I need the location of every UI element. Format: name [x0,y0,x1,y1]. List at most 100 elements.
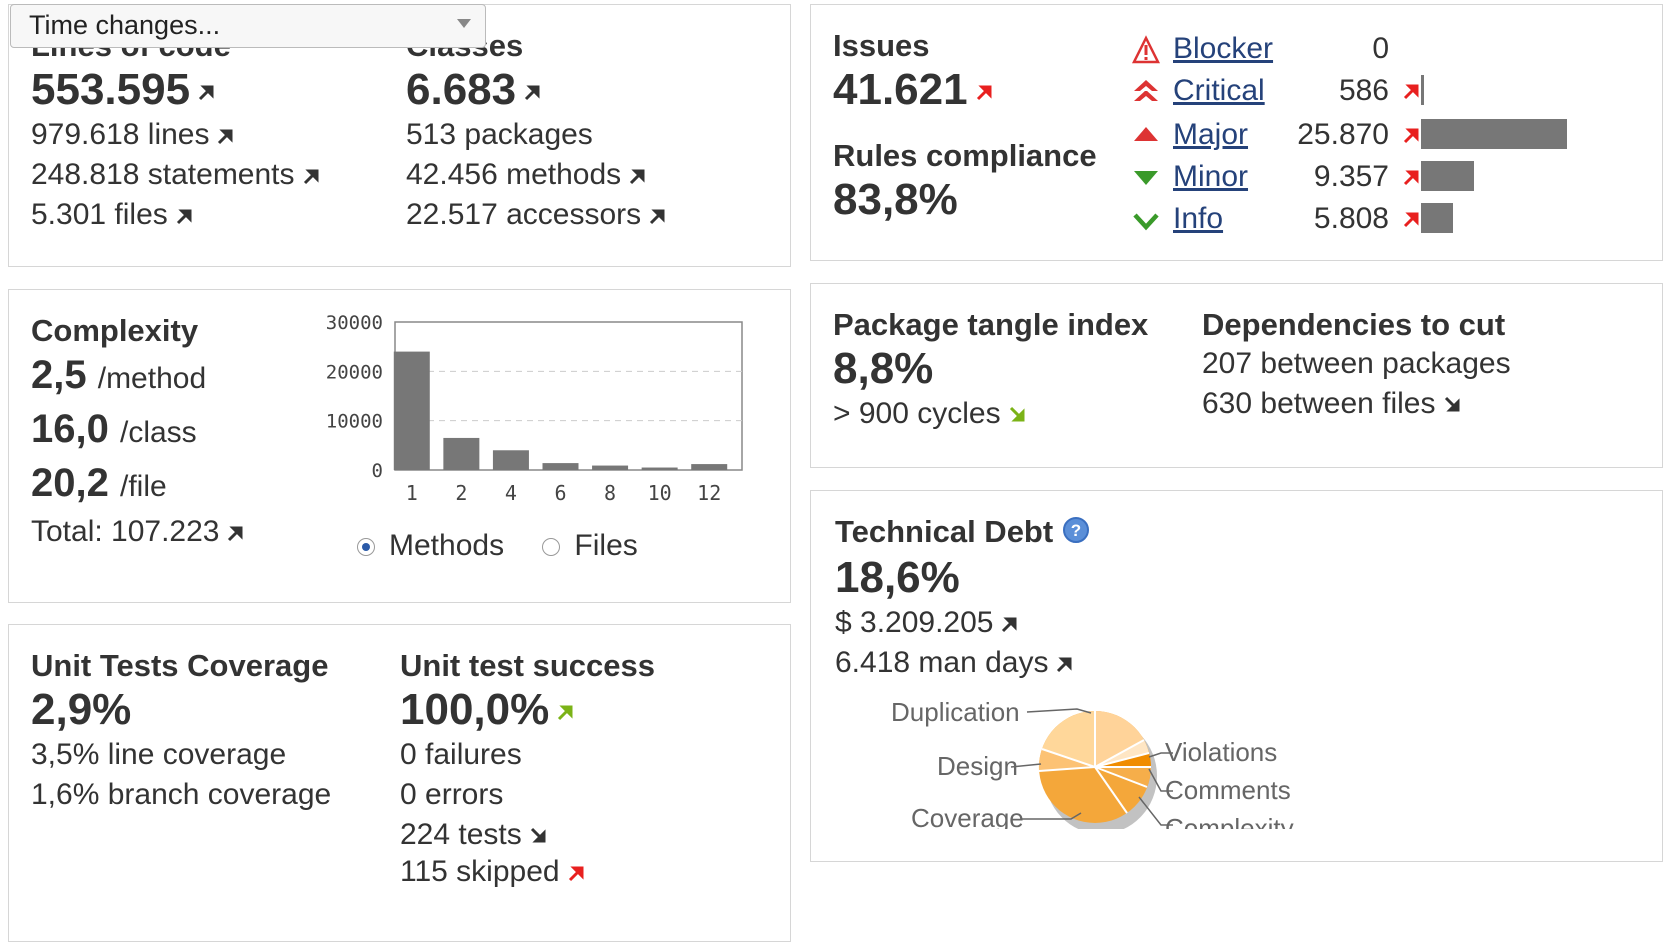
debt-pie-chart: Duplication Design Coverage Violations C… [881,691,1311,829]
radio-files[interactable]: Files [542,529,638,562]
radio-files-dot[interactable] [542,538,561,557]
trend-down-dark-icon [1442,394,1464,416]
blocker-icon [1131,35,1161,64]
severity-link-info[interactable]: Info [1173,199,1223,239]
between-files-value: 630 between files [1202,387,1436,420]
tangle-label: Package tangle index [833,307,1149,342]
files-value: 5.301 files [31,198,168,231]
chart-bar [542,463,579,470]
trend-up-dark-icon [999,613,1021,635]
minor-icon [1134,171,1158,185]
x-tick-label: 8 [604,481,616,505]
loc-block: Lines of code 553.595 979.618 lines 248.… [31,27,323,235]
debt-days: 6.418 man days [835,646,1049,679]
trend-up-dark-icon [1054,653,1076,675]
trend-up-dark-icon [196,81,218,103]
pie-label-coverage: Coverage [911,803,1024,829]
branch-coverage-value: 1,6% branch coverage [31,778,332,811]
complexity-file-unit: /file [119,470,167,503]
coverage-label: Unit Tests Coverage [31,648,329,683]
trend-up-dark-icon [215,125,237,147]
severity-count-critical: 586 [1338,74,1389,107]
debt-value: 18,6% [835,553,960,602]
complexity-total: Total: 107.223 [31,515,220,548]
severity-bar-major [1421,119,1567,149]
complexity-widget: Complexity 2,5 /method 16,0 /class 20,2 … [8,289,791,603]
trend-down-dark-icon [528,825,550,847]
pie-label-duplication: Duplication [891,697,1020,727]
complexity-distribution-chart: 01000020000300001 2 4 6 8 10 12 [326,312,743,505]
loc-value: 553.595 [31,65,191,114]
trend-up-dark-icon [522,81,544,103]
debt-widget: Technical Debt ? 18,6% $ 3.209.205 6.418… [810,490,1663,862]
chart-bar [443,437,480,470]
complexity-class-value: 16,0 [31,407,109,451]
severity-bar-info [1421,203,1453,233]
y-tick-label: 30000 [326,312,383,334]
classes-value: 6.683 [406,65,517,114]
trend-up-dark-icon [174,205,196,227]
trend-down-green-icon [1007,404,1029,426]
issues-value: 41.621 [833,65,968,114]
tangle-value: 8,8% [833,344,934,393]
tests-count-value: 224 tests [400,818,522,851]
radio-methods-dot[interactable] [357,538,375,557]
y-tick-label: 20000 [326,361,383,383]
chart-bar [592,465,629,470]
line-coverage-value: 3,5% line coverage [31,738,287,771]
methods-value: 42.456 methods [406,158,622,191]
severity-count-minor: 9.357 [1313,160,1389,193]
errors-value: 0 errors [400,778,504,811]
pie-label-violations: Violations [1165,737,1277,767]
complexity-method-value: 2,5 [31,353,87,397]
tests-widget: Unit Tests Coverage 2,9% 3,5% line cover… [8,624,791,942]
radio-files-label: Files [574,529,638,562]
chart-bar [393,351,430,470]
severity-link-critical[interactable]: Critical [1173,71,1265,111]
trend-up-red-icon [974,81,996,103]
dependencies-label: Dependencies to cut [1202,307,1506,342]
trend-up-dark-icon [225,522,247,544]
chart-bar [492,450,529,470]
severity-link-major[interactable]: Major [1173,115,1248,155]
coverage-value: 2,9% [31,685,132,734]
complexity-file-value: 20,2 [31,461,109,505]
accessors-value: 22.517 accessors [406,198,642,231]
severity-table: Blocker 0 Critical 586 Major 25.870 Mino… [1131,29,1661,249]
between-packages-value: 207 between packages [1202,347,1511,380]
chart-bar [641,467,678,470]
critical-icon [1134,80,1158,101]
trend-up-red-icon [1401,166,1423,193]
trend-up-dark-icon [647,205,669,227]
cycles-value: > 900 cycles [833,397,1001,430]
severity-count-major: 25.870 [1297,118,1389,151]
issues-widget: Issues 41.621 Rules compliance 83,8% Blo… [810,4,1663,261]
severity-bar-minor [1421,161,1474,191]
complexity-class-unit: /class [119,416,197,449]
trend-up-green-icon [555,701,577,723]
info-icon [1133,213,1159,231]
x-tick-label: 2 [455,481,467,505]
time-changes-label: Time changes... [29,10,221,40]
radio-methods[interactable]: Methods [357,529,504,562]
y-tick-label: 0 [372,460,383,482]
tangle-widget: Package tangle index 8,8% > 900 cycles D… [810,283,1663,468]
severity-count-blocker: 0 [1372,32,1389,65]
severity-bar-critical [1421,75,1424,105]
classes-block: Classes 6.683 513 packages 42.456 method… [406,27,669,235]
trend-up-red-icon [566,862,588,884]
trend-up-dark-icon [301,165,323,187]
svg-text:?: ? [1071,521,1081,540]
severity-link-minor[interactable]: Minor [1173,157,1248,197]
trend-up-red-icon [1401,208,1423,235]
x-tick-label: 4 [505,481,517,505]
help-icon[interactable]: ? [1062,515,1090,553]
complexity-label: Complexity [31,313,199,348]
severity-link-blocker[interactable]: Blocker [1173,29,1273,69]
rules-compliance-label: Rules compliance [833,138,1097,173]
debt-cost: $ 3.209.205 [835,606,994,639]
time-changes-select[interactable]: Time changes... [10,4,486,48]
x-tick-label: 6 [554,481,566,505]
x-tick-label: 12 [697,481,721,505]
pie-label-comments: Comments [1165,775,1291,805]
